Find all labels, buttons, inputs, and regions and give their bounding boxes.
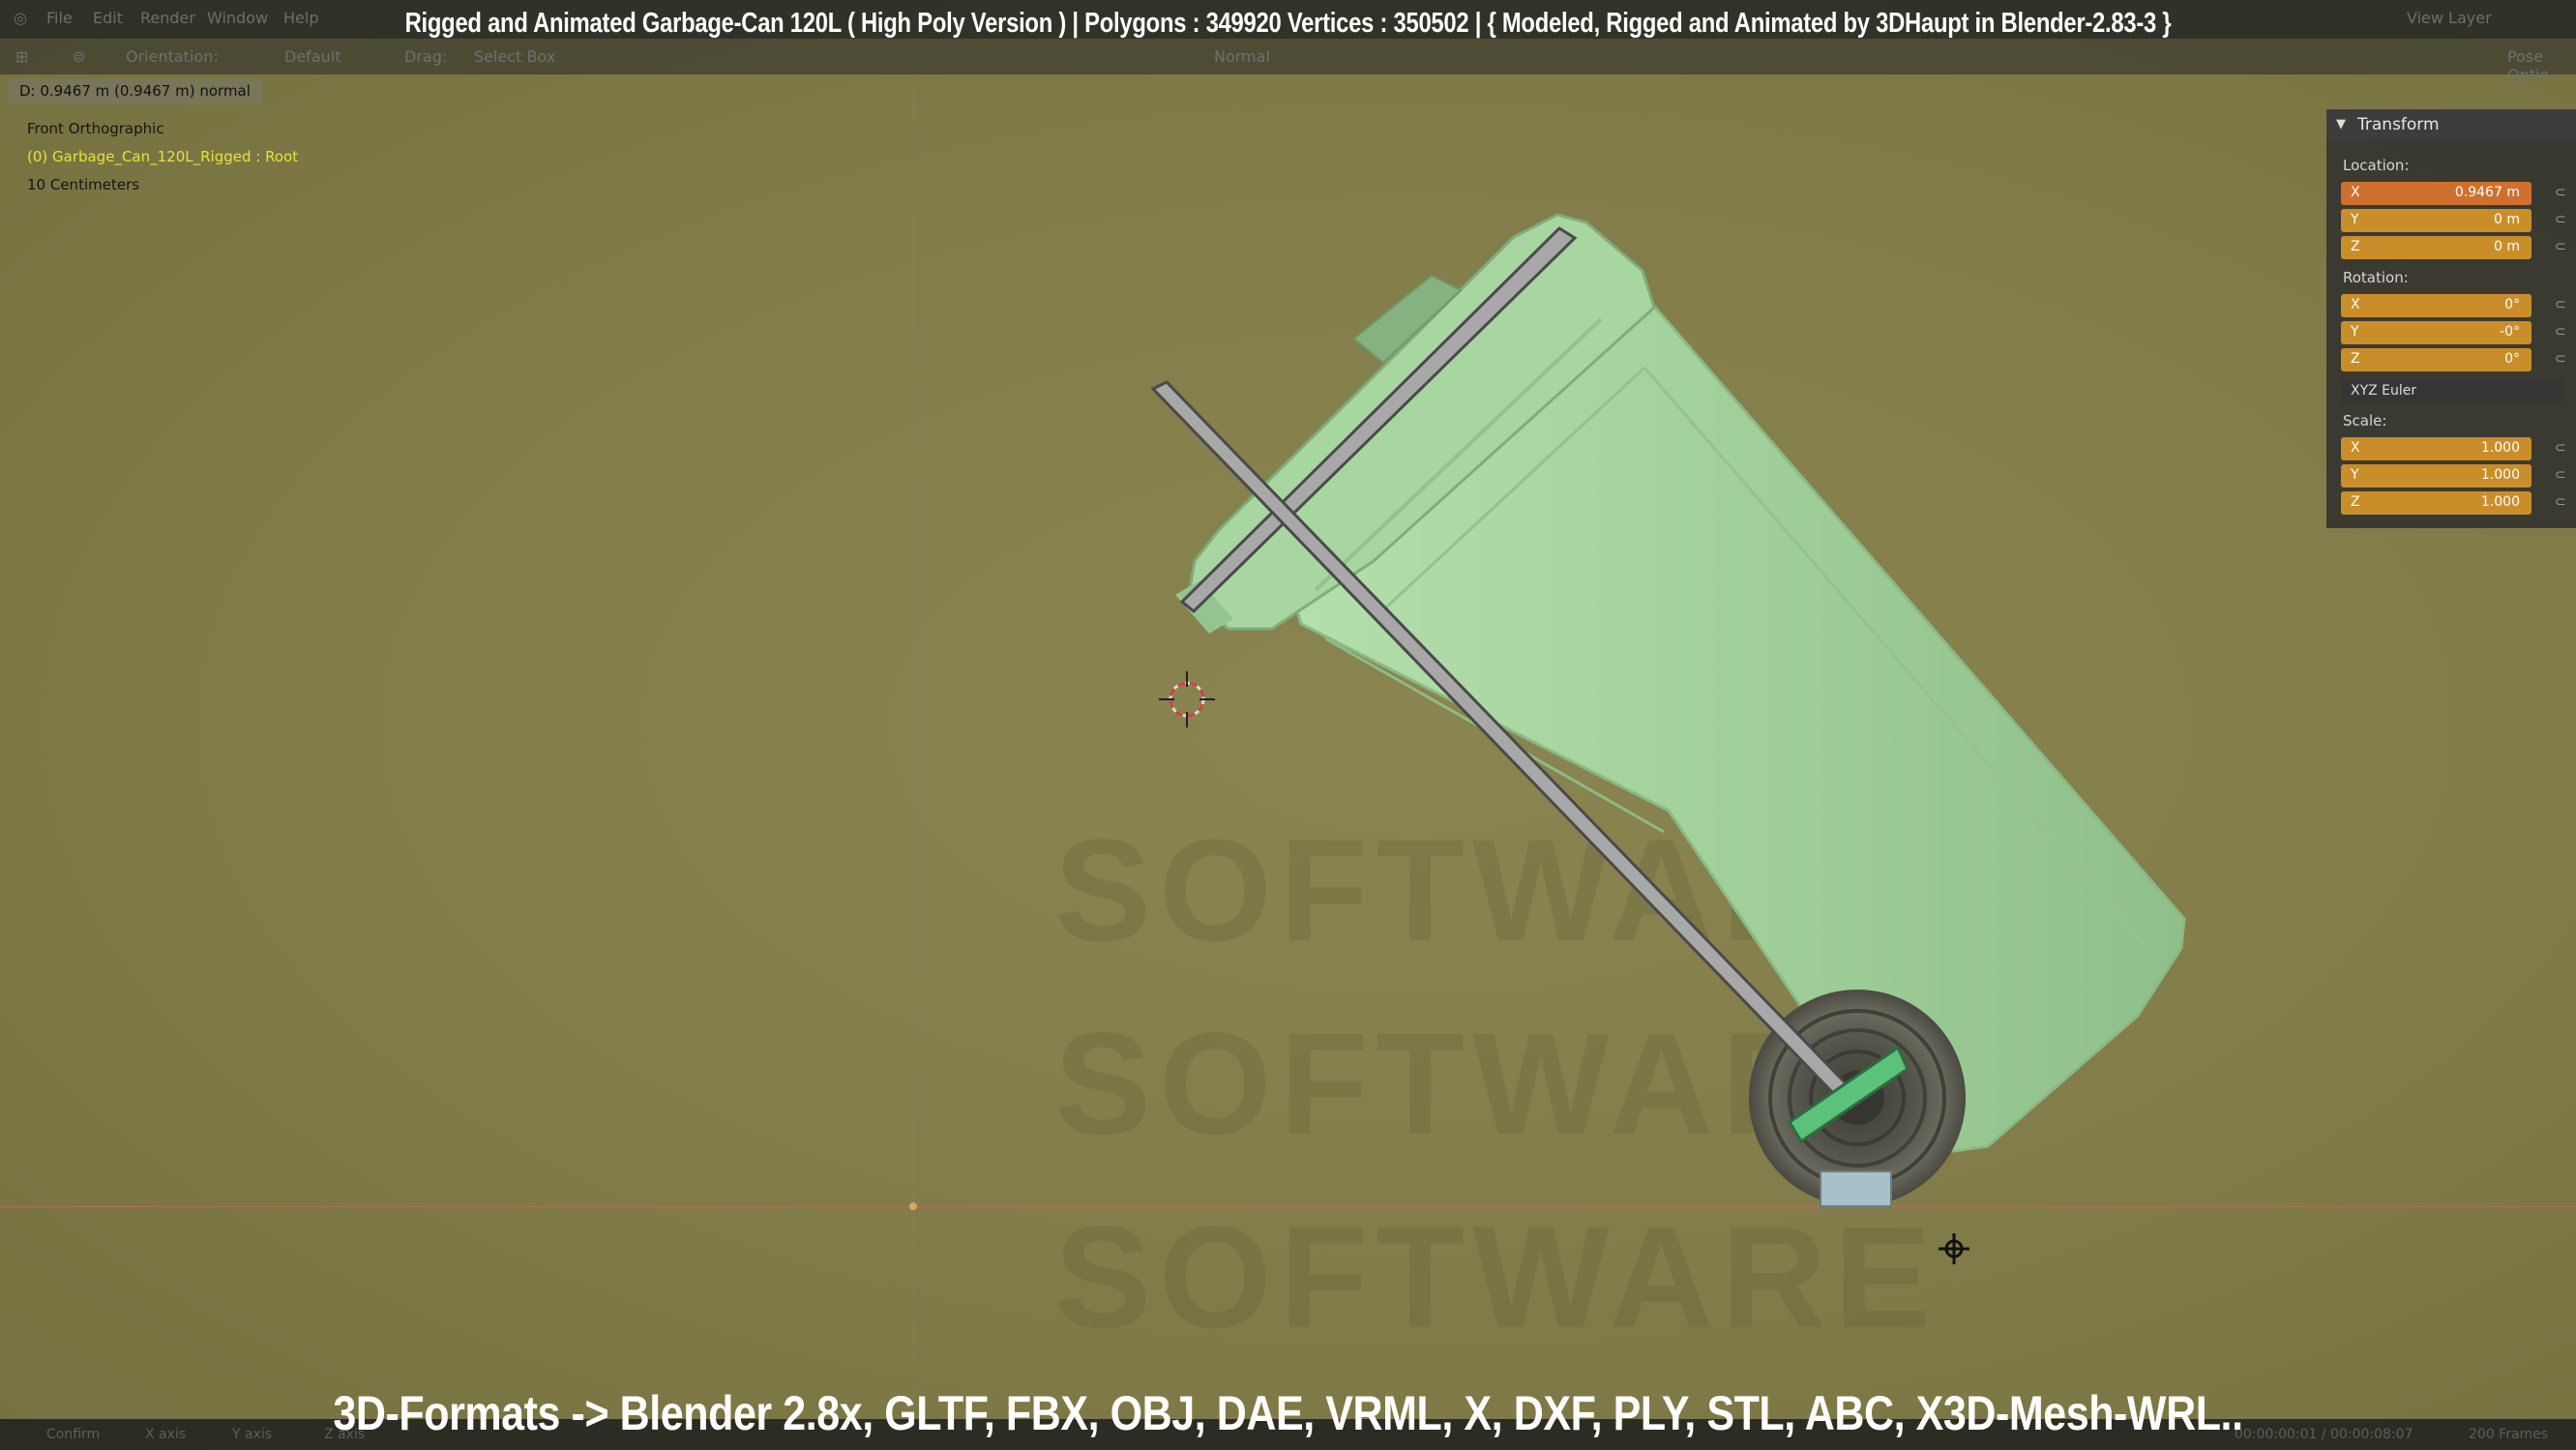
status-confirm: Confirm	[46, 1427, 101, 1442]
orientation-default[interactable]: Default	[284, 47, 341, 66]
viewport-header: ⊞ ⊜ Orientation: Default Drag: Select Bo…	[0, 39, 2576, 84]
scale-label: Scale:	[2343, 412, 2387, 429]
menu-file[interactable]: File	[46, 9, 73, 27]
menu-edit[interactable]: Edit	[93, 9, 123, 27]
3d-viewport[interactable]: SOFTWARE SOFTWARE SOFTWARE D: 0.9467 m (…	[0, 0, 2576, 1450]
view-layer-label[interactable]: View Layer	[2407, 9, 2492, 27]
rotation-mode-dropdown[interactable]: XYZ Euler	[2341, 380, 2563, 403]
lock-icon[interactable]: ⊂	[2555, 324, 2566, 340]
rotation-x-field[interactable]: X 0°	[2341, 294, 2532, 317]
editor-type-icon[interactable]: ⊞	[15, 47, 28, 66]
rotation-y-field[interactable]: Y -0°	[2341, 321, 2532, 344]
mode-icon[interactable]: ⊜	[73, 47, 85, 66]
orientation-label[interactable]: Orientation:	[126, 47, 219, 66]
menu-render[interactable]: Render	[140, 9, 195, 27]
rotation-label: Rotation:	[2343, 269, 2409, 286]
scale-y-field[interactable]: Y 1.000	[2341, 464, 2532, 488]
lock-icon[interactable]: ⊂	[2555, 297, 2566, 312]
can-body	[1175, 213, 2186, 1153]
rotation-z-field[interactable]: Z 0°	[2341, 348, 2532, 371]
drag-label[interactable]: Drag:	[404, 47, 447, 66]
lock-icon[interactable]: ⊂	[2555, 351, 2566, 367]
lock-icon[interactable]: ⊂	[2555, 440, 2566, 456]
location-label: Location:	[2343, 157, 2410, 174]
scale-x-field[interactable]: X 1.000	[2341, 437, 2532, 460]
location-x-field[interactable]: X 0.9467 m	[2341, 182, 2532, 205]
status-frames: 200 Frames	[2469, 1427, 2549, 1442]
garbage-can-model[interactable]	[0, 0, 2576, 1450]
location-y-field[interactable]: Y 0 m	[2341, 209, 2532, 232]
lock-icon[interactable]: ⊂	[2555, 467, 2566, 483]
view-name: Front Orthographic	[27, 120, 164, 137]
operator-status: D: 0.9467 m (0.9467 m) normal	[8, 78, 262, 104]
move-cursor-icon	[1939, 1233, 1969, 1264]
grid-scale-label: 10 Centimeters	[27, 176, 140, 193]
scale-z-field[interactable]: Z 1.000	[2341, 491, 2532, 515]
lock-icon[interactable]: ⊂	[2555, 185, 2566, 200]
collapse-arrow-icon[interactable]: ▼	[2336, 117, 2346, 132]
blender-logo-icon[interactable]: ◎	[14, 9, 27, 27]
transform-panel-header[interactable]: ▼ Transform	[2326, 109, 2576, 140]
transform-panel-title: Transform	[2357, 115, 2440, 134]
3d-cursor-icon[interactable]	[1159, 671, 1215, 727]
location-z-field[interactable]: Z 0 m	[2341, 236, 2532, 259]
select-box-dropdown[interactable]: Select Box	[474, 47, 555, 66]
pose-options-menu[interactable]: Pose Optio	[2507, 47, 2576, 84]
video-title-overlay: Rigged and Animated Garbage-Can 120L ( H…	[404, 8, 2172, 39]
transform-panel: ▼ Transform Location: X 0.9467 m ⊂ Y 0 m…	[2326, 109, 2576, 528]
lock-icon[interactable]: ⊂	[2555, 239, 2566, 254]
lock-icon[interactable]: ⊂	[2555, 494, 2566, 510]
lock-icon[interactable]: ⊂	[2555, 212, 2566, 227]
pivot-normal-dropdown[interactable]: Normal	[1214, 47, 1270, 66]
formats-subtitle-overlay: 3D-Formats -> Blender 2.8x, GLTF, FBX, O…	[333, 1386, 2243, 1440]
active-object-label: (0) Garbage_Can_120L_Rigged : Root	[27, 148, 299, 165]
